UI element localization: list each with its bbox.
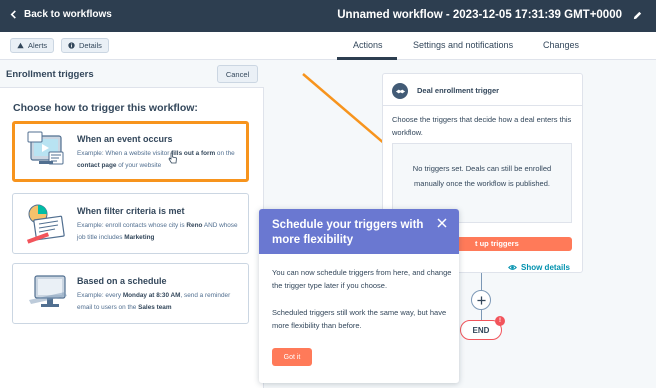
- show-details-label: Show details: [521, 263, 570, 272]
- set-up-triggers-label: t up triggers: [475, 239, 519, 248]
- tab-changes[interactable]: Changes: [543, 40, 579, 50]
- chevron-left-icon: [10, 10, 16, 19]
- details-label: Details: [79, 41, 102, 50]
- end-alert-badge: !: [495, 316, 505, 326]
- alerts-label: Alerts: [28, 41, 48, 50]
- handshake-icon: [392, 83, 408, 99]
- trigger-option-schedule[interactable]: Based on a schedule Example: every Monda…: [12, 263, 249, 324]
- filter-criteria-illustration-icon: [26, 204, 65, 244]
- pencil-icon[interactable]: [632, 10, 643, 21]
- details-button[interactable]: Details: [61, 38, 109, 53]
- schedule-triggers-popover: Schedule your triggers with more flexibi…: [259, 209, 459, 383]
- plus-icon: [476, 295, 486, 305]
- info-icon: [68, 42, 75, 49]
- workflow-title: Unnamed workflow - 2023-12-05 17:31:39 G…: [337, 9, 622, 21]
- card-title: Based on a schedule: [77, 276, 167, 286]
- event-illustration-icon: [27, 131, 64, 165]
- trigger-panel-description: Choose the triggers that decide how a de…: [392, 115, 572, 137]
- card-title: When filter criteria is met: [77, 206, 185, 216]
- card-description: Example: enroll contacts whose city is R…: [77, 222, 238, 241]
- panel-title: Enrollment triggers: [6, 69, 94, 80]
- tab-actions[interactable]: Actions: [353, 40, 383, 50]
- card-title: When an event occurs: [77, 134, 173, 144]
- popover-caret: [252, 262, 259, 276]
- choose-heading: Choose how to trigger this workflow:: [13, 102, 198, 114]
- pointer-cursor-icon: [168, 152, 177, 164]
- add-action-button[interactable]: [471, 290, 491, 310]
- divider: [383, 105, 582, 106]
- card-description: Example: When a website visitor fills ou…: [77, 150, 235, 169]
- panel-header: Enrollment triggers Cancel: [0, 60, 264, 88]
- trigger-option-filter-criteria[interactable]: When filter criteria is met Example: enr…: [12, 193, 249, 254]
- popover-title: Schedule your triggers with more flexibi…: [272, 219, 424, 246]
- top-bar: Back to workflows Unnamed workflow - 202…: [0, 0, 656, 32]
- tab-settings-and-notifications[interactable]: Settings and notifications: [413, 40, 513, 50]
- back-to-workflows-link[interactable]: Back to workflows: [9, 9, 112, 20]
- eye-icon: [508, 265, 517, 270]
- schedule-illustration-icon: [29, 275, 67, 307]
- popover-paragraph-2: Scheduled triggers still work the same w…: [272, 308, 447, 330]
- card-description: Example: every Monday at 8:30 AM, send a…: [77, 292, 231, 311]
- trigger-option-event[interactable]: When an event occurs Example: When a web…: [12, 121, 249, 182]
- back-label: Back to workflows: [24, 9, 112, 20]
- popover-header: Schedule your triggers with more flexibi…: [259, 209, 459, 254]
- show-details-link[interactable]: Show details: [508, 263, 570, 272]
- warning-icon: [17, 42, 24, 49]
- trigger-panel-title: Deal enrollment trigger: [417, 86, 500, 95]
- enrollment-triggers-panel: Enrollment triggers Cancel Choose how to…: [0, 60, 264, 388]
- sub-bar: Alerts Details Actions Settings and noti…: [0, 32, 656, 60]
- cancel-button[interactable]: Cancel: [217, 65, 258, 83]
- popover-paragraph-1: You can now schedule triggers from here,…: [272, 268, 452, 290]
- alerts-button[interactable]: Alerts: [10, 38, 55, 53]
- got-it-button[interactable]: Got it: [272, 348, 312, 366]
- close-icon[interactable]: [437, 218, 447, 228]
